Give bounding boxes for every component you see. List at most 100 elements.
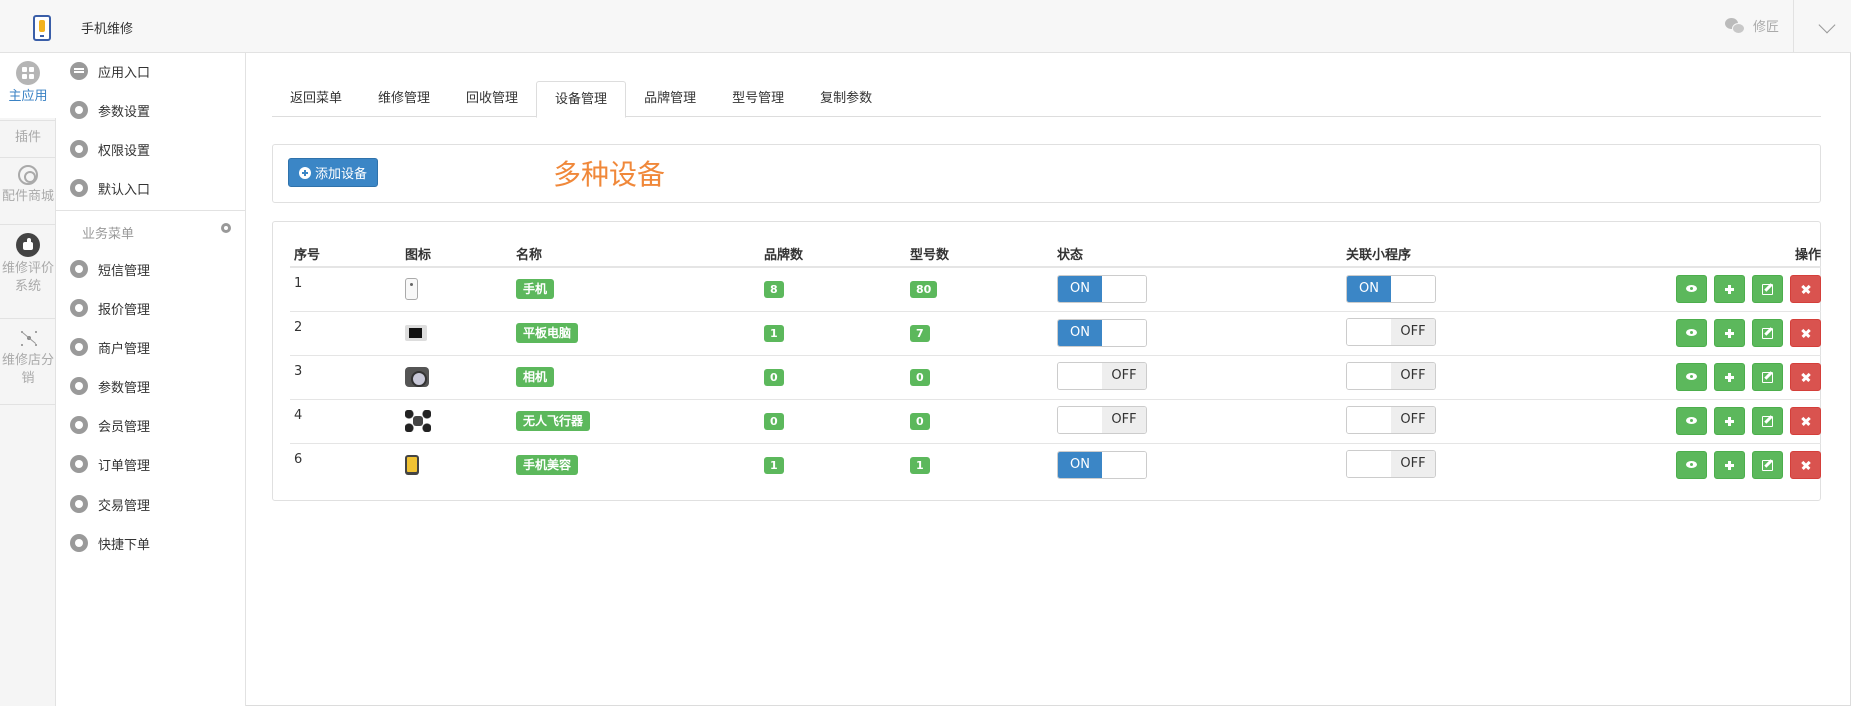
status-toggle[interactable]: OFF xyxy=(1057,405,1147,434)
rail-item-main-app[interactable]: 主应用 xyxy=(0,53,56,118)
rail-item-label: 主应用 xyxy=(8,89,48,104)
tab-copy-params[interactable]: 复制参数 xyxy=(802,81,890,117)
add-plus-icon[interactable] xyxy=(1713,275,1745,304)
app-title: 手机维修 xyxy=(81,22,134,37)
view-eye-icon[interactable] xyxy=(1675,363,1707,391)
toggle-off-label: OFF xyxy=(1391,362,1435,389)
camera-device-icon xyxy=(405,367,429,387)
sidebar-item-default-entry[interactable]: 默认入口 xyxy=(70,177,150,199)
tab-brands[interactable]: 品牌管理 xyxy=(626,81,714,117)
status-toggle[interactable]: ON xyxy=(1057,451,1147,480)
action-panel: 添加设备 多种设备 xyxy=(272,144,1821,203)
status-toggle[interactable]: ON xyxy=(1057,319,1147,347)
gear-icon xyxy=(70,338,88,356)
sidebar-item-label: 参数管理 xyxy=(98,380,151,396)
row-icon-cell xyxy=(401,399,512,444)
view-eye-icon[interactable] xyxy=(1675,407,1707,435)
rail-item-parts-mall[interactable]: 配件商城 xyxy=(0,165,56,206)
tab-recycle[interactable]: 回收管理 xyxy=(448,81,536,117)
toggle-on-label: ON xyxy=(1058,276,1102,303)
row-models-cell: 0 xyxy=(906,399,1053,444)
row-miniapp-cell: OFF xyxy=(1342,311,1600,356)
table-header-row: 序号 图标 名称 品牌数 型号数 状态 关联小程序 操作 xyxy=(290,240,1821,268)
sidebar-item-members[interactable]: 会员管理 xyxy=(70,414,150,436)
sidebar-item-quotes[interactable]: 报价管理 xyxy=(70,297,150,319)
gear-icon[interactable] xyxy=(221,223,231,233)
divider xyxy=(0,404,56,405)
user-menu[interactable]: 修匠 xyxy=(1724,16,1779,35)
miniapp-toggle[interactable]: ON xyxy=(1346,275,1436,304)
gear-icon xyxy=(70,377,88,395)
row-name-cell: 相机 xyxy=(512,355,760,400)
sidebar-item-quick-order[interactable]: 快捷下单 xyxy=(70,532,150,554)
status-toggle[interactable]: OFF xyxy=(1057,361,1147,390)
miniapp-toggle[interactable]: OFF xyxy=(1346,317,1436,346)
delete-x-icon[interactable] xyxy=(1790,363,1821,391)
gear-icon xyxy=(70,260,88,278)
toggle-knob xyxy=(1102,320,1146,346)
gear-icon xyxy=(70,416,88,434)
model-count-badge: 7 xyxy=(910,324,930,342)
sidebar-item-permission-settings[interactable]: 权限设置 xyxy=(70,138,150,160)
add-device-button[interactable]: 添加设备 xyxy=(288,158,379,187)
miniapp-toggle[interactable]: OFF xyxy=(1346,449,1436,478)
row-brands-cell: 0 xyxy=(760,355,906,400)
sidebar-item-transactions[interactable]: 交易管理 xyxy=(70,493,150,515)
brand-count-badge: 0 xyxy=(764,368,784,386)
edit-icon[interactable] xyxy=(1751,319,1783,347)
chevron-down-icon[interactable] xyxy=(1818,16,1836,34)
add-plus-icon[interactable] xyxy=(1713,363,1745,391)
row-actions-cell xyxy=(1600,355,1821,400)
rail-item-review-system[interactable]: 维修评价系统 xyxy=(0,233,56,296)
sidebar-item-params[interactable]: 参数管理 xyxy=(70,375,150,397)
tab-devices[interactable]: 设备管理 xyxy=(536,81,627,118)
view-eye-icon[interactable] xyxy=(1675,451,1707,480)
add-plus-icon[interactable] xyxy=(1713,407,1745,435)
sidebar-item-sms[interactable]: 短信管理 xyxy=(70,258,150,280)
column-header: 状态 xyxy=(1053,240,1342,268)
sidebar-item-orders[interactable]: 订单管理 xyxy=(70,453,150,475)
delete-x-icon[interactable] xyxy=(1790,451,1821,480)
row-status-cell: OFF xyxy=(1053,399,1342,444)
column-header: 操作 xyxy=(1600,240,1821,268)
table-row: 1 手机 8 80 ON ON xyxy=(290,267,1821,312)
status-toggle[interactable]: ON xyxy=(1057,275,1147,304)
view-eye-icon[interactable] xyxy=(1675,319,1707,347)
toggle-on-label: ON xyxy=(1058,320,1102,346)
phone-logo-icon[interactable] xyxy=(33,15,51,41)
gear-icon xyxy=(70,495,88,513)
edit-icon[interactable] xyxy=(1751,451,1783,480)
add-plus-icon[interactable] xyxy=(1713,319,1745,347)
edit-icon[interactable] xyxy=(1751,407,1783,435)
toggle-knob xyxy=(1347,362,1391,389)
divider xyxy=(56,210,246,211)
edit-icon[interactable] xyxy=(1751,275,1783,304)
toggle-knob xyxy=(1058,362,1102,389)
tab-models[interactable]: 型号管理 xyxy=(714,81,802,117)
rail-item-plugins[interactable]: 插件 xyxy=(0,129,56,147)
tab-back-menu[interactable]: 返回菜单 xyxy=(272,81,360,117)
add-plus-icon[interactable] xyxy=(1713,451,1745,480)
edit-icon[interactable] xyxy=(1751,363,1783,391)
table-row: 3 相机 0 0 OFF OFF xyxy=(290,355,1821,400)
brand-count-badge: 0 xyxy=(764,412,784,430)
toggle-knob xyxy=(1102,452,1146,479)
view-eye-icon[interactable] xyxy=(1675,275,1707,304)
sidebar-item-app-entry[interactable]: 应用入口 xyxy=(70,60,150,82)
row-name-cell: 手机 xyxy=(512,267,760,312)
miniapp-toggle[interactable]: OFF xyxy=(1346,405,1436,434)
delete-x-icon[interactable] xyxy=(1790,319,1821,347)
divider xyxy=(1793,0,1794,52)
device-name-label: 相机 xyxy=(516,367,555,387)
sidebar-item-merchants[interactable]: 商户管理 xyxy=(70,336,150,358)
delete-x-icon[interactable] xyxy=(1790,407,1821,435)
miniapp-toggle[interactable]: OFF xyxy=(1346,361,1436,390)
delete-x-icon[interactable] xyxy=(1790,275,1821,304)
rail-item-distribution[interactable]: 维修店分销 xyxy=(0,325,56,388)
row-status-cell: ON xyxy=(1053,267,1342,312)
tab-repair[interactable]: 维修管理 xyxy=(360,81,448,117)
row-seq: 1 xyxy=(290,267,401,312)
column-header: 关联小程序 xyxy=(1342,240,1600,268)
sidebar-item-param-settings[interactable]: 参数设置 xyxy=(70,99,150,121)
device-name-label: 手机 xyxy=(516,279,555,300)
